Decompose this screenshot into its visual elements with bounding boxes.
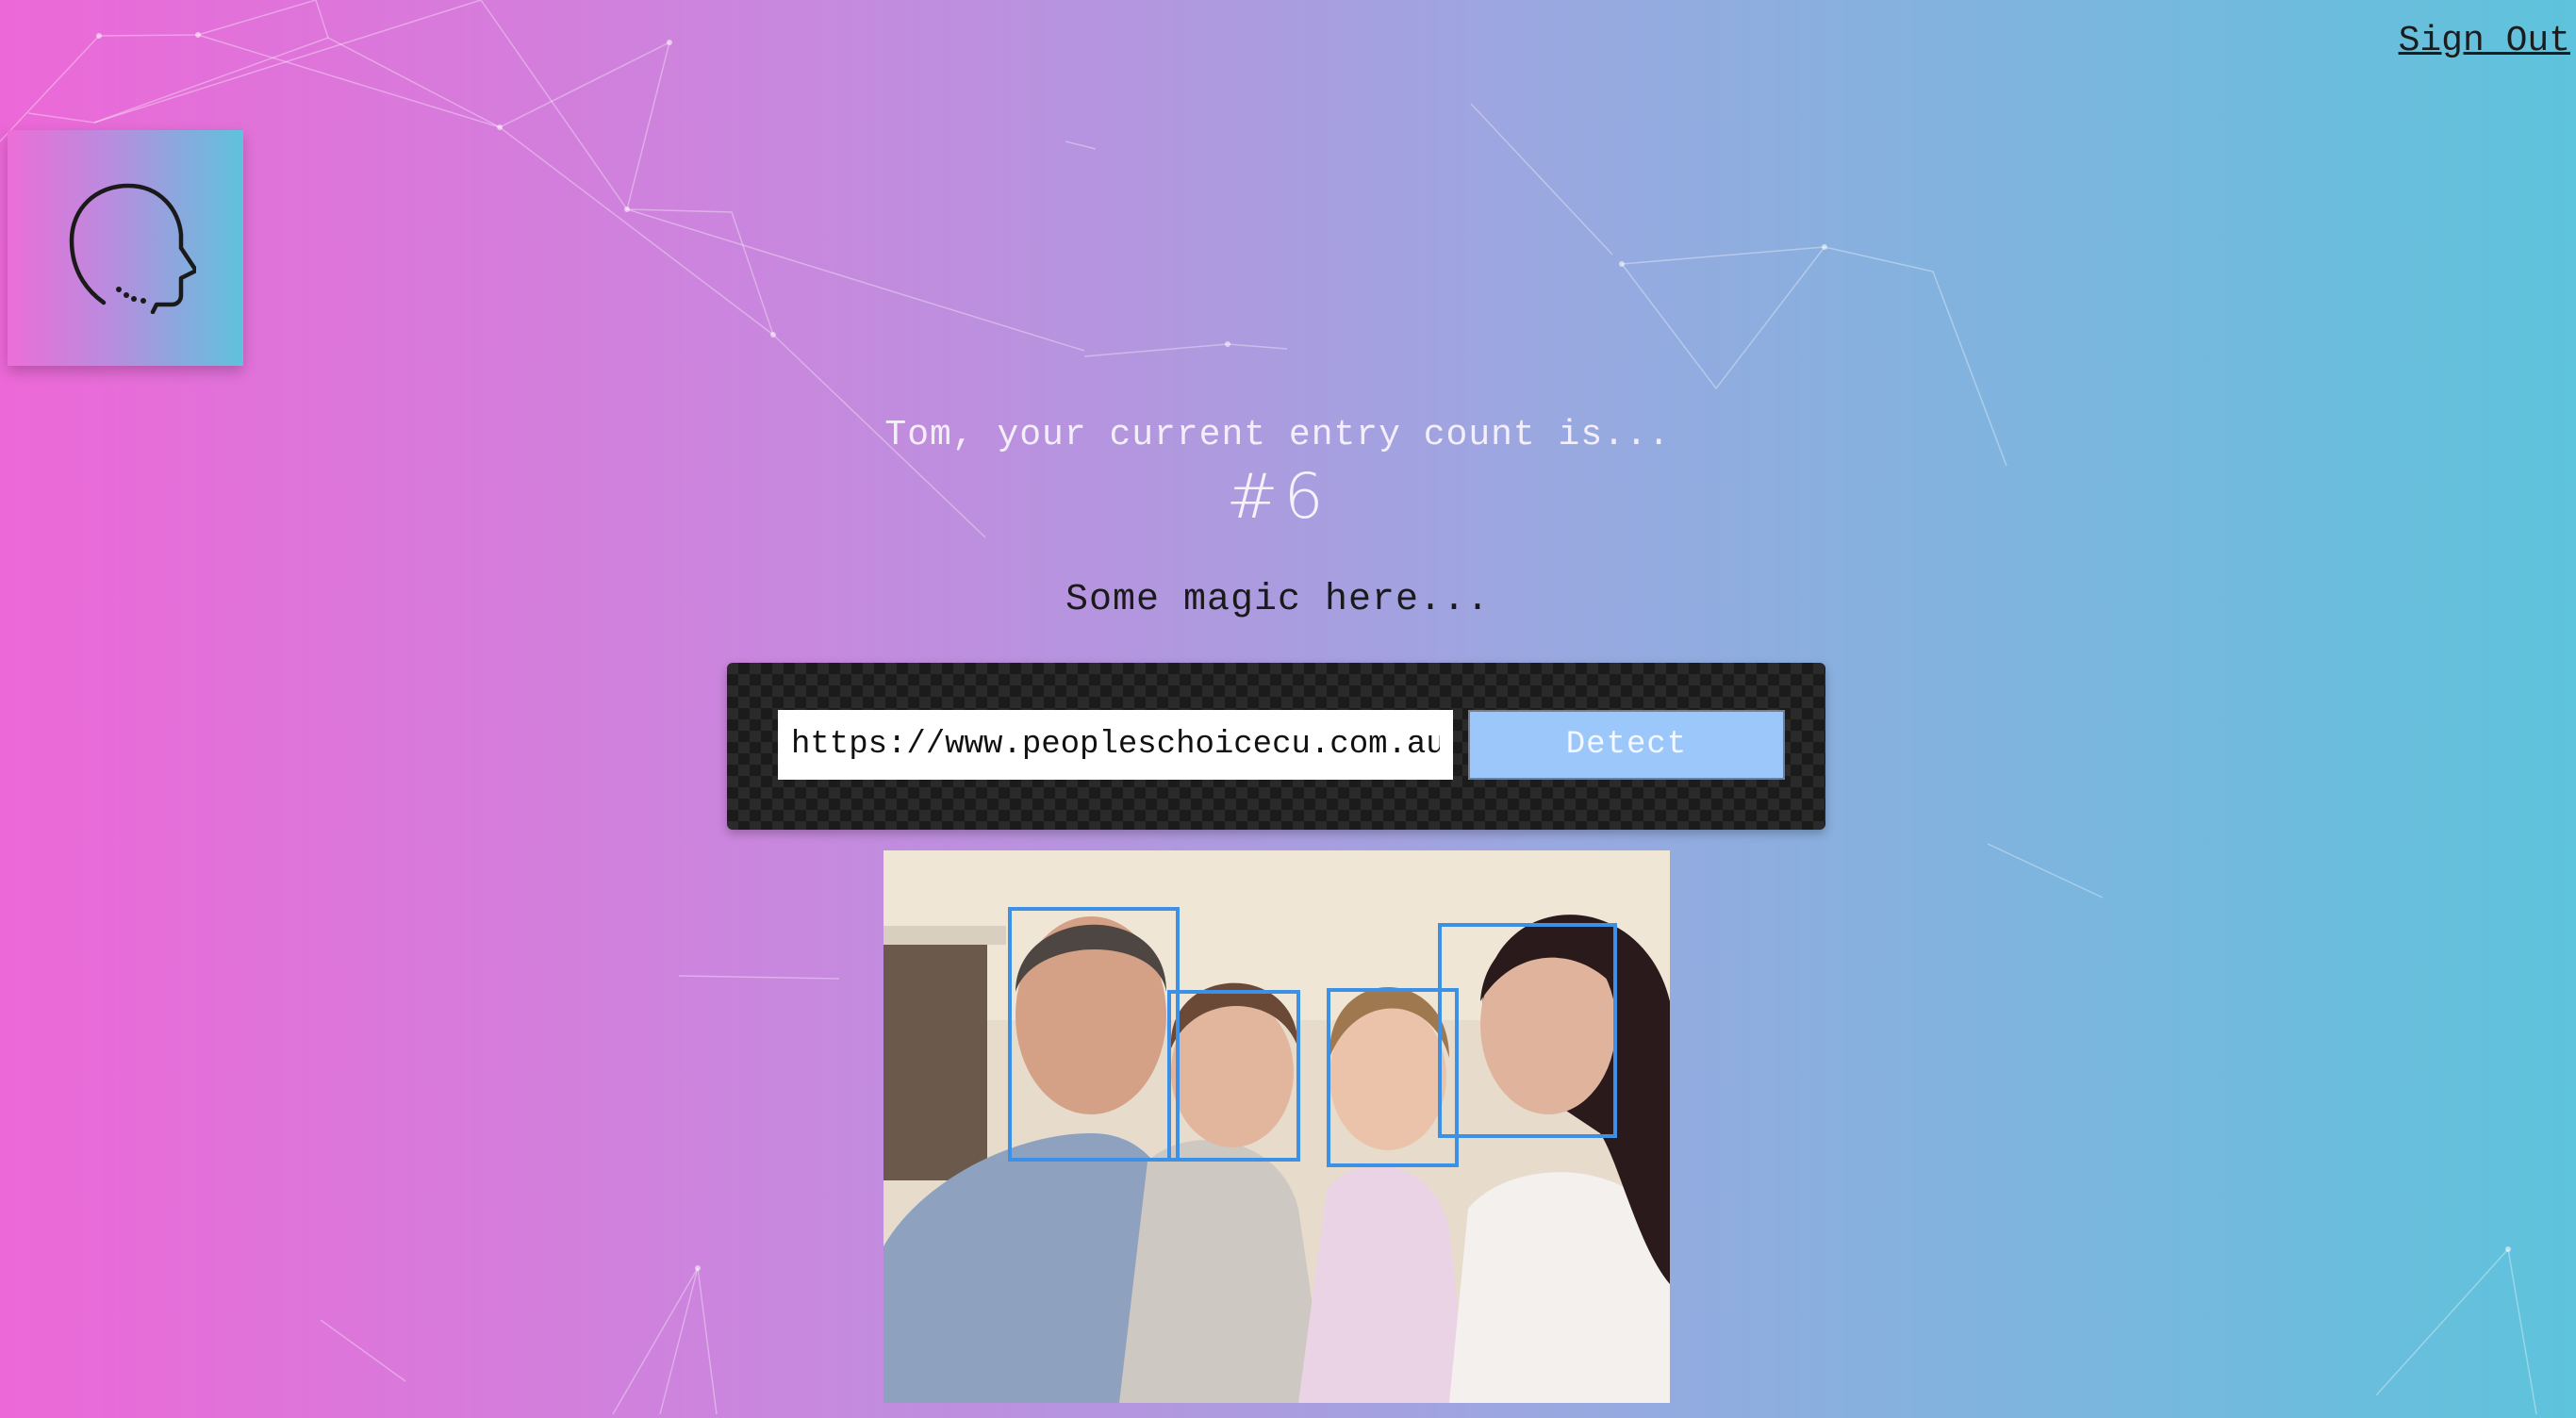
face-box [1438, 923, 1617, 1138]
image-url-input[interactable] [778, 710, 1453, 780]
head-profile-icon [69, 183, 196, 314]
face-box [1008, 907, 1180, 1162]
entry-count-greeting: Tom, your current entry count is... [884, 415, 1671, 455]
entry-count-value: #6 [1226, 460, 1329, 533]
detect-button[interactable]: Detect [1468, 710, 1785, 780]
logo-card [8, 130, 243, 366]
face-box [1167, 990, 1300, 1162]
subtitle: Some magic here... [1065, 579, 1491, 621]
image-url-form: Detect [727, 663, 1825, 830]
sign-out-link[interactable]: Sign Out [2399, 21, 2570, 61]
detection-result-image [883, 850, 1670, 1403]
